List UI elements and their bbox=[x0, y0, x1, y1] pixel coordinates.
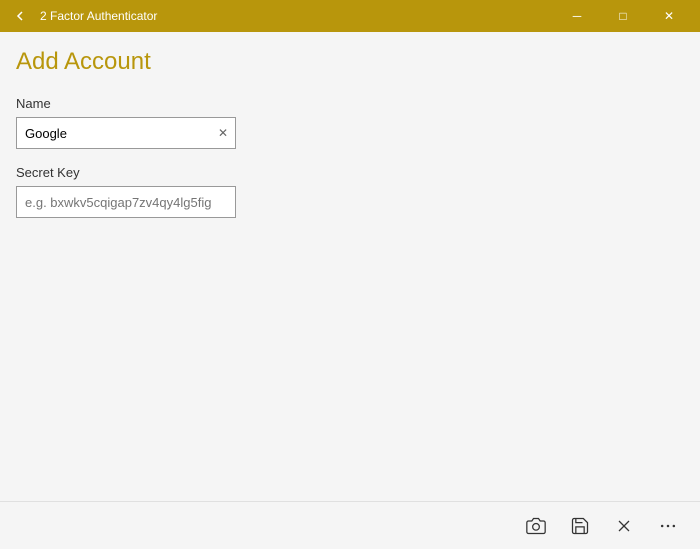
back-button[interactable] bbox=[8, 8, 32, 24]
secret-key-field-group: Secret Key bbox=[16, 165, 684, 218]
more-button[interactable] bbox=[648, 506, 688, 546]
bottom-toolbar bbox=[0, 501, 700, 549]
camera-button[interactable] bbox=[516, 506, 556, 546]
app-window: 2 Factor Authenticator ─ □ ✕ Add Account… bbox=[0, 0, 700, 549]
name-input-wrapper: ✕ bbox=[16, 117, 236, 149]
save-icon bbox=[570, 516, 590, 536]
page-title: Add Account bbox=[16, 48, 684, 76]
window-controls: ─ □ ✕ bbox=[554, 0, 692, 32]
window-title: 2 Factor Authenticator bbox=[40, 9, 157, 23]
cancel-icon bbox=[614, 516, 634, 536]
name-label: Name bbox=[16, 96, 684, 111]
clear-name-button[interactable]: ✕ bbox=[214, 124, 232, 142]
name-input[interactable] bbox=[16, 117, 236, 149]
more-icon bbox=[658, 516, 678, 536]
minimize-button[interactable]: ─ bbox=[554, 0, 600, 32]
secret-key-label: Secret Key bbox=[16, 165, 684, 180]
camera-icon bbox=[526, 516, 546, 536]
title-bar-left: 2 Factor Authenticator bbox=[8, 8, 157, 24]
save-button[interactable] bbox=[560, 506, 600, 546]
clear-icon: ✕ bbox=[218, 126, 228, 140]
page-content: Add Account Name ✕ Secret Key bbox=[0, 32, 700, 501]
cancel-button[interactable] bbox=[604, 506, 644, 546]
name-field-group: Name ✕ bbox=[16, 96, 684, 149]
secret-key-input[interactable] bbox=[16, 186, 236, 218]
title-bar: 2 Factor Authenticator ─ □ ✕ bbox=[0, 0, 700, 32]
close-button[interactable]: ✕ bbox=[646, 0, 692, 32]
maximize-button[interactable]: □ bbox=[600, 0, 646, 32]
